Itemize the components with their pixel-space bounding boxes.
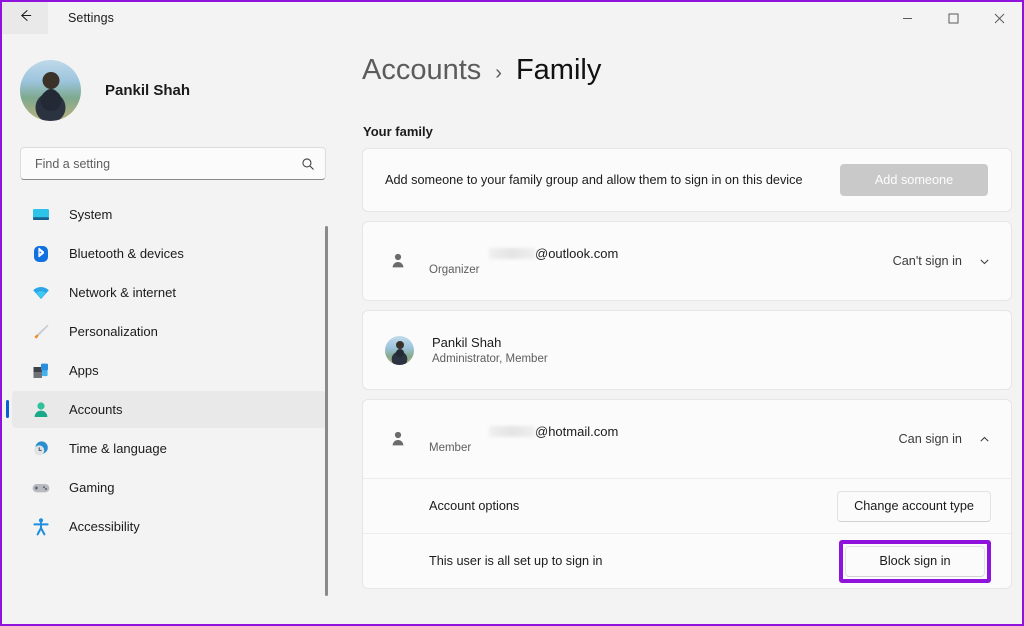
app-title: Settings bbox=[68, 11, 114, 25]
breadcrumb: Accounts › Family bbox=[362, 54, 1022, 87]
sidebar-item-label: Accounts bbox=[69, 402, 123, 417]
sidebar-item-label: Time & language bbox=[69, 441, 167, 456]
account-text: @hotmail.com Member bbox=[429, 423, 899, 456]
chevron-down-icon[interactable] bbox=[978, 255, 991, 268]
settings-window: Settings Pankil Shah Find a setting Syst… bbox=[0, 0, 1024, 626]
account-role: Member bbox=[429, 441, 472, 454]
account-card-member: @hotmail.com Member Can sign in Account … bbox=[362, 399, 1012, 589]
sidebar-item-apps[interactable]: Apps bbox=[12, 352, 326, 389]
sidebar-item-accessibility[interactable]: Accessibility bbox=[12, 508, 326, 545]
sidebar-item-label: Personalization bbox=[69, 324, 158, 339]
account-text: @outlook.com Organizer bbox=[429, 245, 893, 278]
account-role: Administrator, Member bbox=[432, 352, 548, 365]
account-email: @outlook.com bbox=[489, 245, 893, 262]
sidebar-item-system[interactable]: System bbox=[12, 196, 326, 233]
close-button[interactable] bbox=[976, 2, 1022, 34]
account-card-pankil-shah: Pankil Shah Administrator, Member bbox=[362, 310, 1012, 390]
section-title: Your family bbox=[363, 124, 433, 139]
apps-grid-icon bbox=[30, 360, 52, 382]
account-email: @hotmail.com bbox=[489, 423, 899, 440]
highlight-annotation-box: Block sign in bbox=[839, 539, 991, 583]
wifi-icon bbox=[30, 282, 52, 304]
avatar bbox=[20, 60, 81, 121]
breadcrumb-accounts-link[interactable]: Accounts bbox=[362, 54, 481, 87]
account-options-row: Account options Change account type bbox=[363, 479, 1011, 533]
chevron-right-icon: › bbox=[495, 62, 502, 84]
title-bar: Settings bbox=[2, 2, 1022, 34]
search-icon[interactable] bbox=[301, 157, 315, 171]
search-input[interactable] bbox=[35, 156, 301, 171]
user-photo-avatar bbox=[385, 335, 414, 365]
system-monitor-icon bbox=[30, 204, 52, 226]
account-status[interactable]: Can sign in bbox=[899, 432, 991, 446]
generic-person-icon bbox=[385, 426, 411, 452]
page-title: Family bbox=[515, 54, 602, 86]
gamepad-icon bbox=[30, 477, 52, 499]
account-row[interactable]: @outlook.com Organizer Can't sign in bbox=[363, 222, 1011, 300]
sign-in-status-row: This user is all set up to sign in Block… bbox=[363, 534, 1011, 588]
account-text: Pankil Shah Administrator, Member bbox=[432, 334, 991, 367]
sidebar-item-label: System bbox=[69, 207, 113, 222]
status-label: Can't sign in bbox=[892, 254, 962, 268]
sidebar-item-label: Gaming bbox=[69, 480, 115, 495]
account-row[interactable]: @hotmail.com Member Can sign in bbox=[363, 400, 1011, 478]
status-label: Can sign in bbox=[898, 432, 962, 446]
account-card-organizer: @outlook.com Organizer Can't sign in bbox=[362, 221, 1012, 301]
paintbrush-icon bbox=[30, 321, 52, 343]
maximize-button[interactable] bbox=[930, 2, 976, 34]
account-status[interactable]: Can't sign in bbox=[893, 254, 991, 268]
redacted-username bbox=[489, 425, 535, 437]
back-arrow-icon bbox=[18, 8, 33, 28]
add-someone-button[interactable]: Add someone bbox=[840, 164, 988, 196]
accessibility-person-icon bbox=[30, 516, 52, 538]
account-role: Organizer bbox=[429, 263, 480, 276]
generic-person-icon bbox=[385, 248, 411, 274]
block-sign-in-button[interactable]: Block sign in bbox=[845, 545, 985, 577]
account-options-label: Account options bbox=[429, 499, 520, 513]
search-box[interactable] bbox=[20, 147, 326, 180]
profile-section[interactable]: Pankil Shah bbox=[20, 60, 338, 121]
sidebar-item-bluetooth-devices[interactable]: Bluetooth & devices bbox=[12, 235, 326, 272]
sidebar-item-label: Apps bbox=[69, 363, 99, 378]
profile-name: Pankil Shah bbox=[105, 82, 191, 99]
sidebar-item-label: Bluetooth & devices bbox=[69, 246, 184, 261]
sidebar-item-label: Accessibility bbox=[69, 519, 140, 534]
sidebar: Pankil Shah System Bluetooth & bbox=[2, 34, 338, 624]
sidebar-item-time-language[interactable]: Time & language bbox=[12, 430, 326, 467]
back-button[interactable] bbox=[2, 2, 48, 34]
minimize-button[interactable] bbox=[884, 2, 930, 34]
sidebar-item-accounts[interactable]: Accounts bbox=[6, 391, 326, 428]
account-row[interactable]: Pankil Shah Administrator, Member bbox=[363, 311, 1011, 389]
bluetooth-icon bbox=[30, 243, 52, 265]
navigation-list: System Bluetooth & devices Network & int… bbox=[2, 196, 338, 545]
main-content: Accounts › Family Your family Add someon… bbox=[338, 34, 1022, 624]
add-someone-card: Add someone to your family group and all… bbox=[362, 148, 1012, 212]
add-someone-description: Add someone to your family group and all… bbox=[385, 173, 803, 187]
chevron-up-icon[interactable] bbox=[978, 433, 991, 446]
window-controls bbox=[884, 2, 1022, 34]
account-name: Pankil Shah bbox=[432, 334, 502, 350]
clock-globe-icon bbox=[30, 438, 52, 460]
sidebar-item-network-internet[interactable]: Network & internet bbox=[12, 274, 326, 311]
person-icon bbox=[30, 399, 52, 421]
sidebar-item-personalization[interactable]: Personalization bbox=[12, 313, 326, 350]
sidebar-scrollbar[interactable] bbox=[325, 226, 328, 596]
change-account-type-button[interactable]: Change account type bbox=[837, 490, 991, 522]
sign-in-status-label: This user is all set up to sign in bbox=[429, 554, 603, 568]
sidebar-item-gaming[interactable]: Gaming bbox=[12, 469, 326, 506]
redacted-username bbox=[489, 247, 535, 259]
sidebar-item-label: Network & internet bbox=[69, 285, 176, 300]
